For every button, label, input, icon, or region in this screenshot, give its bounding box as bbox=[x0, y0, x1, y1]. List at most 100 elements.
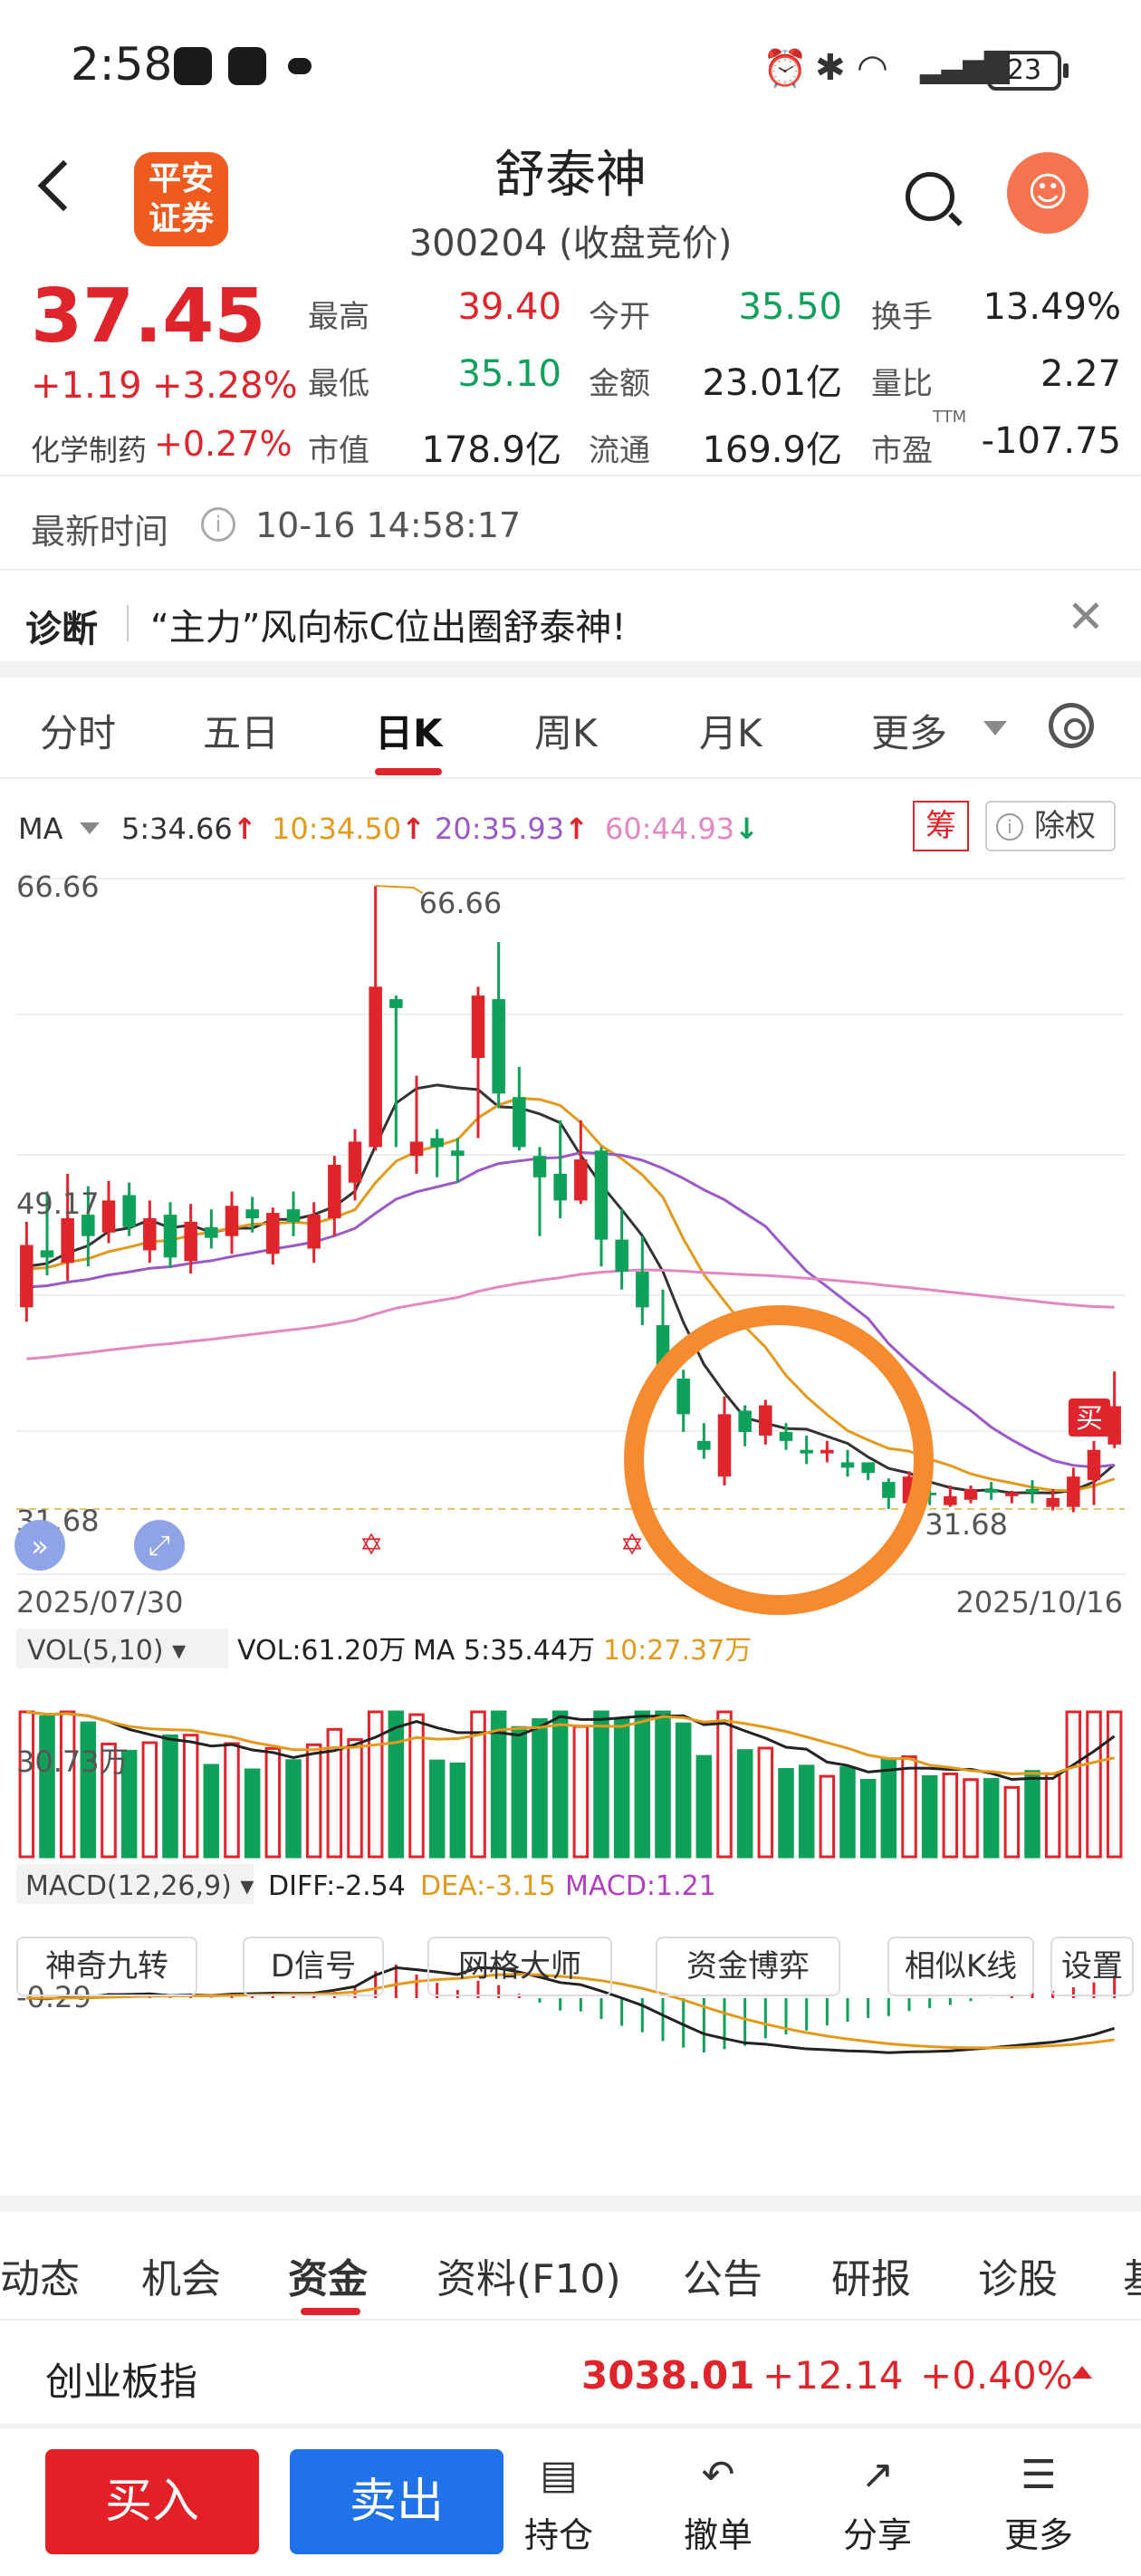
subtab[interactable]: 机会 bbox=[141, 2246, 221, 2304]
volume-bar bbox=[942, 1772, 959, 1859]
candle-body bbox=[328, 1165, 341, 1219]
candle-body bbox=[369, 986, 382, 1148]
highlight-circle bbox=[624, 1305, 934, 1615]
volume-bar bbox=[347, 1738, 363, 1859]
candle-body bbox=[451, 1150, 465, 1157]
candle-body bbox=[779, 1432, 793, 1441]
tool-button[interactable]: 神奇九转 bbox=[16, 1937, 197, 1996]
candle-body bbox=[984, 1488, 998, 1493]
volume-bar bbox=[305, 1743, 322, 1859]
candle-body bbox=[1005, 1492, 1019, 1496]
candle-body bbox=[820, 1449, 834, 1454]
tool-button[interactable]: 相似K线 bbox=[887, 1937, 1034, 1996]
ma20-line bbox=[26, 1151, 1115, 1469]
subtab[interactable]: 基 bbox=[1123, 2246, 1141, 2304]
candle-body bbox=[1087, 1449, 1101, 1481]
candle-body bbox=[471, 995, 485, 1058]
candle-body bbox=[1067, 1476, 1080, 1507]
candle-body bbox=[163, 1215, 177, 1258]
min-price-label: 31.68 bbox=[925, 1507, 1008, 1542]
nav-label: 分享 bbox=[842, 2515, 912, 2555]
volume-bar bbox=[511, 1725, 528, 1859]
macd-dea: DEA:-3.15 bbox=[420, 1870, 556, 1902]
candle-body bbox=[184, 1221, 197, 1262]
volume-bar bbox=[921, 1775, 938, 1859]
vol-ma5: MA 5:35.44万 bbox=[413, 1635, 595, 1667]
subtab[interactable]: 动态 bbox=[0, 2246, 80, 2304]
nav-menu[interactable]: ☰ 更多 bbox=[980, 2446, 1098, 2557]
volume-bar bbox=[264, 1746, 282, 1859]
volume-bar bbox=[182, 1734, 199, 1859]
volume-bar bbox=[224, 1742, 240, 1859]
macd-diff: DIFF:-2.54 bbox=[268, 1870, 406, 1902]
x-axis-start: 2025/07/30 bbox=[16, 1585, 183, 1620]
volume-bar bbox=[983, 1778, 1000, 1859]
volume-bar bbox=[80, 1721, 97, 1859]
buy-button[interactable]: 买入 bbox=[45, 2449, 259, 2554]
candle-body bbox=[40, 1250, 54, 1258]
volume-bar bbox=[778, 1767, 794, 1859]
y-axis-mid: 49.17 bbox=[16, 1187, 100, 1221]
volume-bar bbox=[244, 1768, 261, 1859]
candle-body bbox=[594, 1150, 609, 1240]
volume-bar bbox=[1106, 1710, 1123, 1859]
index-name[interactable]: 创业板指 bbox=[45, 2351, 197, 2407]
candle-body bbox=[20, 1245, 34, 1308]
volume-bar bbox=[1044, 1772, 1061, 1859]
tool-button[interactable]: 设置 bbox=[1050, 1937, 1134, 1996]
candle-body bbox=[205, 1226, 218, 1238]
tool-button[interactable]: 资金博弈 bbox=[656, 1937, 840, 1996]
volume-bar bbox=[408, 1713, 425, 1859]
subtab[interactable]: 资料(F10) bbox=[436, 2246, 621, 2304]
volume-bar bbox=[901, 1755, 917, 1859]
volume-bar bbox=[613, 1717, 630, 1859]
candle-body bbox=[430, 1138, 444, 1148]
volume-bar bbox=[59, 1710, 76, 1859]
index-change: +12.14 bbox=[762, 2353, 904, 2398]
volume-bar bbox=[695, 1754, 713, 1859]
volume-bar bbox=[859, 1779, 877, 1859]
candle-body bbox=[348, 1141, 362, 1183]
vol-value: VOL:61.20万 bbox=[237, 1635, 406, 1667]
index-change-pct: +0.40% bbox=[920, 2353, 1073, 2398]
volume-bar bbox=[162, 1734, 178, 1859]
volume-bar bbox=[18, 1710, 35, 1859]
fullscreen-glyph: ⤢ bbox=[149, 1530, 170, 1562]
candle-body bbox=[513, 1097, 526, 1148]
candle-body bbox=[101, 1200, 116, 1233]
candle-body bbox=[409, 1141, 424, 1157]
tool-button[interactable]: D信号 bbox=[243, 1937, 384, 1996]
kline-chart[interactable]: 66.6649.1731.6866.6631.68买✡ ✡» ⤢2025/07/30… bbox=[0, 0, 1141, 2101]
candle-body bbox=[553, 1173, 567, 1201]
share-icon: ↗ bbox=[860, 2452, 895, 2498]
nav-label: 更多 bbox=[1003, 2515, 1073, 2555]
volume-bar bbox=[1003, 1785, 1021, 1859]
nav-list[interactable]: ▤ 持仓 bbox=[500, 2446, 618, 2557]
candle-body bbox=[574, 1159, 588, 1201]
tool-button[interactable]: 网格大师 bbox=[427, 1937, 612, 1996]
candle-body bbox=[492, 999, 505, 1094]
vol-label[interactable]: VOL(5,10) ▾ bbox=[27, 1635, 186, 1667]
candle-body bbox=[882, 1482, 896, 1498]
subtab[interactable]: 资金 bbox=[288, 2246, 368, 2304]
subtab[interactable]: 公告 bbox=[683, 2246, 762, 2304]
buy-signal-text: 买 bbox=[1076, 1403, 1103, 1435]
ma60-line bbox=[26, 1268, 1115, 1360]
undo-icon: ↶ bbox=[701, 2452, 735, 2498]
macd-label[interactable]: MACD(12,26,9) ▾ bbox=[25, 1870, 254, 1902]
nav-undo[interactable]: ↶ 撤单 bbox=[659, 2446, 777, 2557]
volume-bar bbox=[551, 1710, 569, 1859]
volume-bar bbox=[736, 1749, 753, 1859]
expand-icon[interactable] bbox=[1072, 2366, 1092, 2379]
candle-body bbox=[615, 1239, 628, 1273]
candle-body bbox=[717, 1414, 732, 1477]
volume-bar bbox=[428, 1759, 446, 1859]
menu-icon: ☰ bbox=[1021, 2452, 1057, 2498]
sell-button[interactable]: 卖出 bbox=[290, 2449, 503, 2554]
subtab[interactable]: 诊股 bbox=[978, 2246, 1058, 2304]
candle-body bbox=[266, 1213, 280, 1254]
vol-axis-label: 30.73万 bbox=[16, 1745, 129, 1779]
subtab[interactable]: 研报 bbox=[831, 2246, 911, 2304]
candle-body bbox=[1025, 1488, 1040, 1493]
nav-share[interactable]: ↗ 分享 bbox=[819, 2446, 936, 2557]
